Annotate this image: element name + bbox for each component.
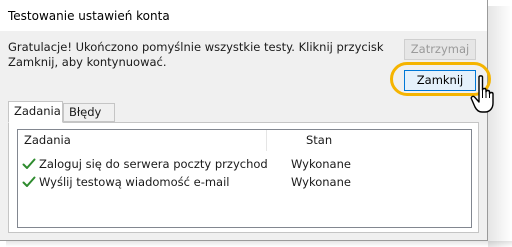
tasks-list[interactable]: Zadania Stan Zaloguj się do serwera pocz… xyxy=(17,129,472,228)
table-row[interactable]: Wyślij testową wiadomość e-mail Wykonane xyxy=(18,174,471,191)
account-test-dialog: Testowanie ustawień konta Gratulacje! Uk… xyxy=(0,0,488,241)
column-divider[interactable] xyxy=(266,130,267,151)
window-shadow-bottom xyxy=(6,241,512,247)
status-message: Gratulacje! Ukończono pomyślnie wszystki… xyxy=(8,40,384,69)
title-bar: Testowanie ustawień konta xyxy=(0,0,487,31)
task-status: Wykonane xyxy=(291,175,351,189)
tab-errors[interactable]: Błędy xyxy=(63,103,115,122)
column-header-status[interactable]: Stan xyxy=(306,133,332,147)
check-icon xyxy=(22,176,36,187)
tab-panel: Zadania Stan Zaloguj się do serwera pocz… xyxy=(8,122,479,233)
task-name: Zaloguj się do serwera poczty przychodzą… xyxy=(39,157,267,171)
stop-button[interactable]: Zatrzymaj xyxy=(404,39,476,60)
hand-pointer-icon xyxy=(470,75,494,113)
table-row[interactable]: Zaloguj się do serwera poczty przychodzą… xyxy=(18,156,471,173)
task-status: Wykonane xyxy=(291,157,351,171)
window-shadow xyxy=(488,6,512,247)
window-title: Testowanie ustawień konta xyxy=(8,9,170,23)
list-header: Zadania Stan xyxy=(18,130,471,151)
tab-tasks[interactable]: Zadania xyxy=(8,101,63,123)
column-header-tasks[interactable]: Zadania xyxy=(24,133,71,147)
task-name: Wyślij testową wiadomość e-mail xyxy=(39,175,230,189)
check-icon xyxy=(22,158,36,169)
